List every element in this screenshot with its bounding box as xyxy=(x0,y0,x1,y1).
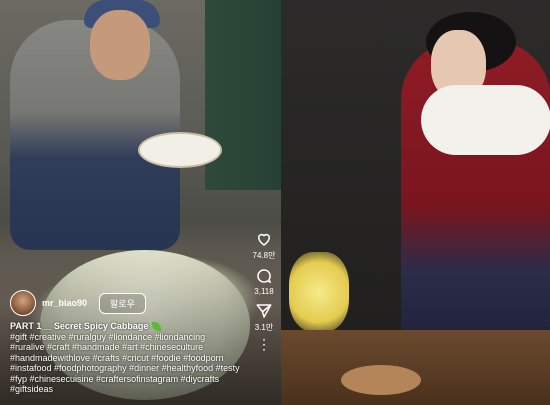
caption-hashtags[interactable]: #gift #creative #ruralguy #liondance #li… xyxy=(10,332,240,395)
more-action[interactable]: ⋮ xyxy=(257,337,271,351)
caption[interactable]: PART 1__ Secret Spicy Cabbage #gift #cre… xyxy=(10,321,240,395)
comment-count: 3,118 xyxy=(254,287,274,296)
heart-icon[interactable] xyxy=(255,230,273,248)
food-dish xyxy=(341,365,421,395)
small-bowl xyxy=(138,132,222,168)
caption-title: PART 1__ Secret Spicy Cabbage xyxy=(10,321,149,331)
cabbage-leaves xyxy=(289,252,349,332)
background-door xyxy=(205,0,281,190)
comment-action[interactable]: 3,118 xyxy=(254,267,274,296)
like-action[interactable]: 74.8만 xyxy=(252,230,276,261)
share-action[interactable]: 3.1만 xyxy=(255,302,273,333)
right-video-post[interactable] xyxy=(281,0,550,405)
leaf-icon xyxy=(152,321,162,331)
like-count: 74.8만 xyxy=(252,251,276,260)
author-row: mr_biao90 팔로우 xyxy=(10,290,146,316)
wooden-table xyxy=(281,330,550,405)
share-count: 3.1만 xyxy=(254,323,274,332)
send-icon[interactable] xyxy=(255,302,273,320)
man-head xyxy=(90,10,150,80)
left-video-post[interactable]: mr_biao90 팔로우 PART 1__ Secret Spicy Cabb… xyxy=(0,0,281,405)
fur-collar xyxy=(421,85,550,155)
username[interactable]: mr_biao90 xyxy=(42,298,87,308)
action-sidebar: 74.8만 3,118 3.1만 ⋮ xyxy=(248,230,280,355)
caption-title-row: PART 1__ Secret Spicy Cabbage xyxy=(10,321,240,332)
more-vertical-icon[interactable]: ⋮ xyxy=(257,337,271,351)
follow-button[interactable]: 팔로우 xyxy=(99,292,146,314)
avatar[interactable] xyxy=(10,290,36,316)
comment-icon[interactable] xyxy=(255,267,273,285)
